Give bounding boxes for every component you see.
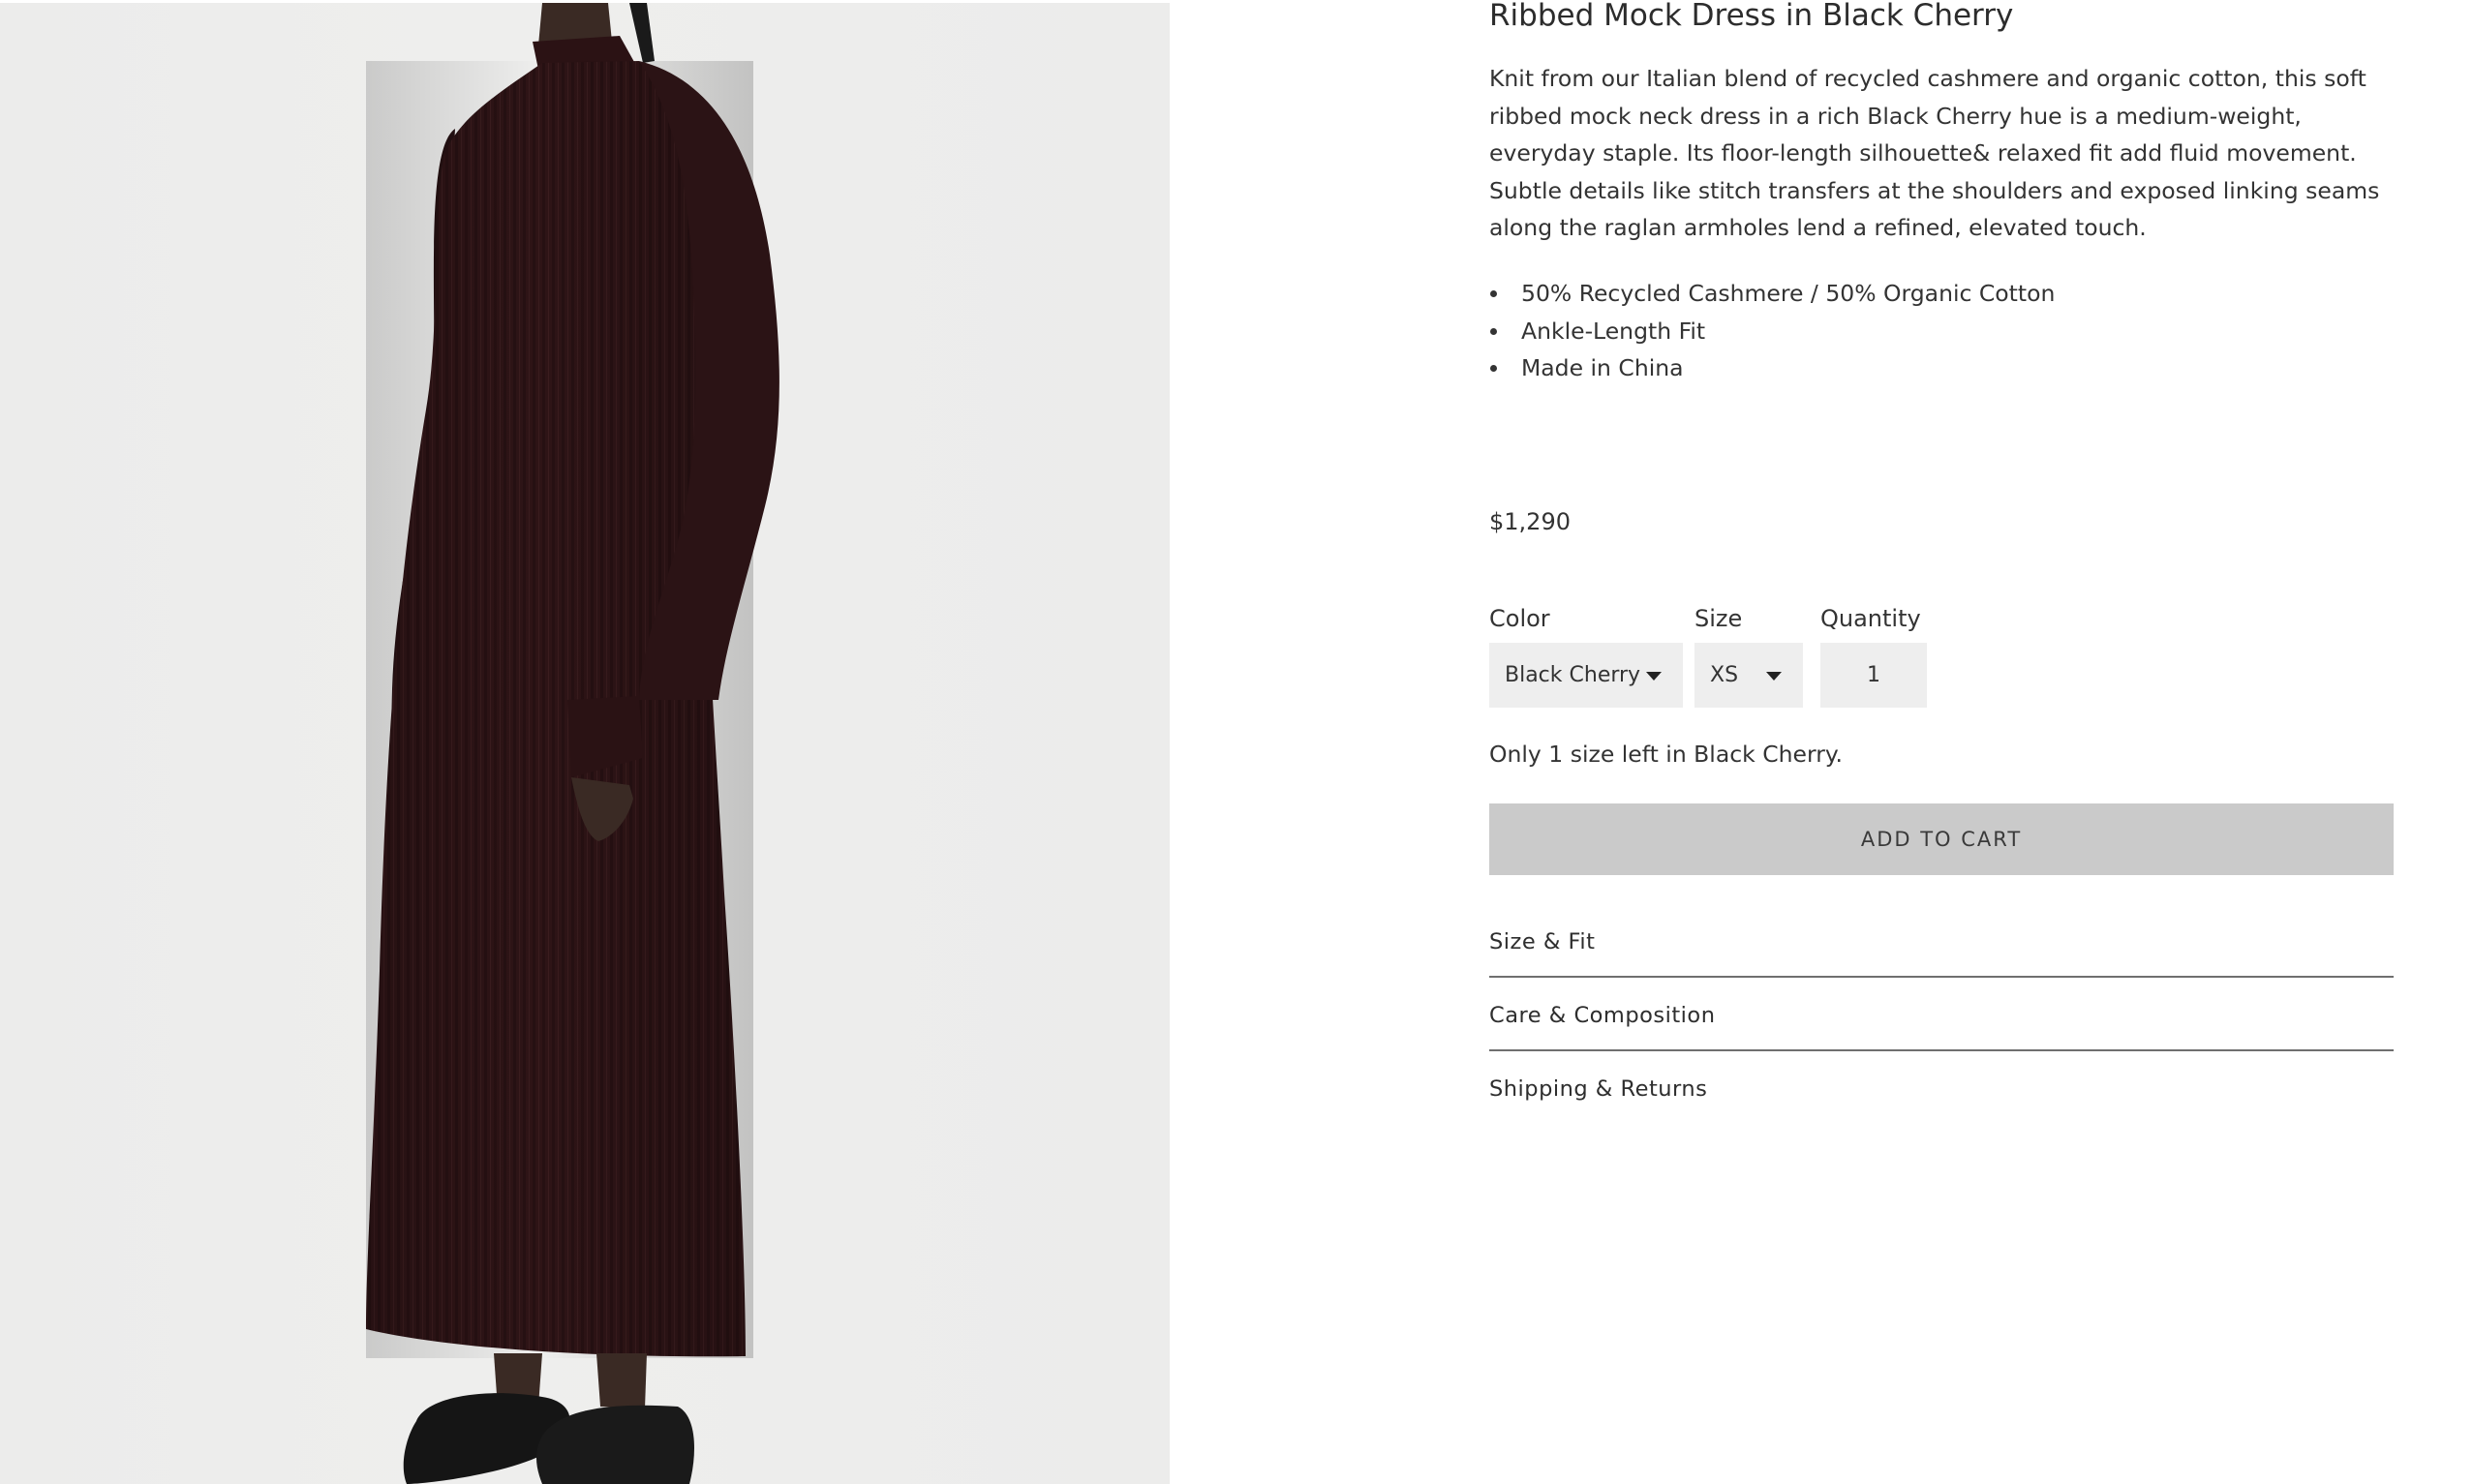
- accordion-size-fit[interactable]: Size & Fit: [1489, 904, 2394, 978]
- hair: [629, 3, 655, 63]
- accordion-shipping-returns[interactable]: Shipping & Returns: [1489, 1051, 2394, 1125]
- product-price: $1,290: [1489, 508, 1571, 535]
- product-accordion: Size & Fit Care & Composition Shipping &…: [1489, 904, 2394, 1125]
- feature-list: 50% Recycled Cashmere / 50% Organic Cott…: [1489, 275, 2055, 387]
- size-select[interactable]: XS: [1694, 643, 1803, 708]
- feature-item: Ankle-Length Fit: [1489, 313, 2055, 350]
- product-image[interactable]: [0, 3, 1170, 1484]
- dress-illustration: [366, 3, 779, 1484]
- quantity-input[interactable]: 1: [1820, 643, 1927, 708]
- product-description: Knit from our Italian blend of recycled …: [1489, 65, 2380, 241]
- size-label: Size: [1694, 605, 1743, 632]
- quantity-label: Quantity: [1820, 605, 1921, 632]
- add-to-cart-button[interactable]: ADD TO CART: [1489, 803, 2394, 875]
- leg-right: [596, 1353, 647, 1408]
- color-label: Color: [1489, 605, 1550, 632]
- quantity-field: Quantity 1: [1820, 600, 1927, 708]
- feature-item: Made in China: [1489, 349, 2055, 387]
- color-select[interactable]: Black Cherry: [1489, 643, 1683, 708]
- size-field: Size XS: [1694, 600, 1803, 708]
- accordion-care-composition[interactable]: Care & Composition: [1489, 978, 2394, 1051]
- chevron-down-icon: [1766, 672, 1782, 681]
- feature-item: 50% Recycled Cashmere / 50% Organic Cott…: [1489, 275, 2055, 313]
- color-select-value: Black Cherry: [1505, 663, 1641, 687]
- chevron-down-icon: [1646, 672, 1662, 681]
- product-title: Ribbed Mock Dress in Black Cherry: [1489, 0, 2014, 33]
- size-select-value: XS: [1710, 663, 1739, 687]
- color-field: Color Black Cherry: [1489, 600, 1683, 708]
- stock-message: Only 1 size left in Black Cherry.: [1489, 741, 1843, 768]
